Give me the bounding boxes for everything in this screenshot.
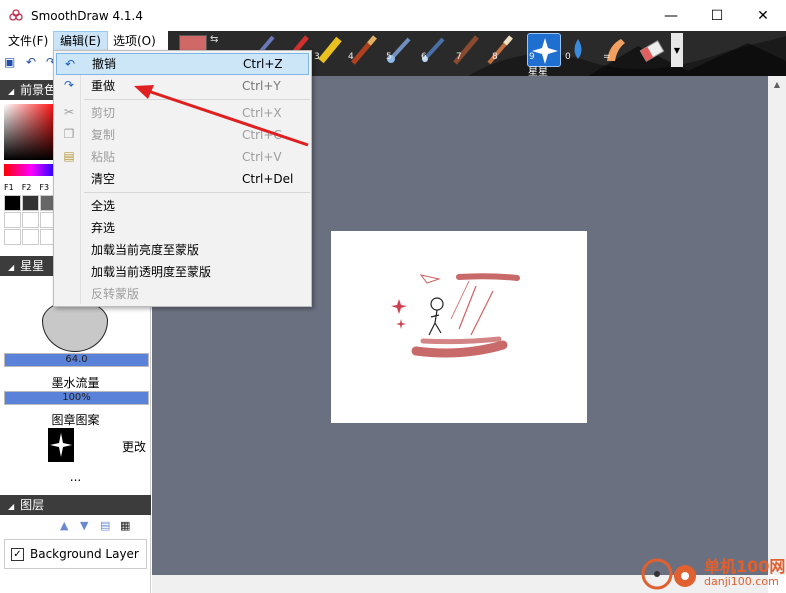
- window-title: SmoothDraw 4.1.4: [31, 8, 143, 23]
- layer-folder-icon[interactable]: ▤: [100, 519, 114, 533]
- scroll-up-icon[interactable]: ▲: [768, 76, 786, 93]
- palette-swatch[interactable]: [22, 229, 39, 245]
- color-picker-square[interactable]: [4, 104, 58, 160]
- palette-swatch[interactable]: [4, 229, 21, 245]
- color-palette: [4, 195, 57, 245]
- watermark-url: danji100.com: [704, 575, 779, 588]
- paste-icon: ▤: [63, 149, 75, 163]
- menu-item-deselect[interactable]: 弃选: [56, 217, 309, 239]
- canvas-drawing: [391, 273, 520, 358]
- palette-swatch[interactable]: [4, 195, 21, 211]
- brush-oil[interactable]: [449, 33, 483, 67]
- fkey-label: F2: [21, 183, 32, 192]
- brush-number-7: 7: [456, 52, 462, 62]
- brush-number-6: 6: [421, 52, 427, 62]
- menu-item-label: 加载当前亮度至蒙版: [91, 243, 200, 257]
- menu-item-label: 复制: [91, 128, 116, 142]
- fkey-label: F3: [39, 183, 50, 192]
- menu-item-invert-mask[interactable]: 反转蒙版: [56, 283, 309, 305]
- brush-flat[interactable]: [483, 33, 517, 67]
- watermark-text: 单机100网: [704, 557, 786, 576]
- ink-flow-slider[interactable]: 100%: [4, 391, 149, 405]
- function-key-labels: F1 F2 F3: [4, 183, 57, 192]
- ink-flow-label: 墨水流量: [51, 376, 100, 390]
- star-sparkle-icon: [50, 433, 72, 457]
- menu-item-shortcut: Ctrl+Del: [242, 172, 294, 186]
- undo-icon: ↶: [64, 57, 76, 71]
- brush-number-4: 4: [348, 52, 354, 62]
- menu-item-label: 重做: [91, 79, 116, 93]
- minimize-button[interactable]: —: [648, 0, 694, 31]
- menu-item-label: 弃选: [91, 221, 116, 235]
- menu-item-label: 剪切: [91, 106, 116, 120]
- vertical-scrollbar[interactable]: ▲: [768, 76, 786, 575]
- brush-eraser[interactable]: [635, 33, 669, 67]
- ink-flow-value: 100%: [62, 392, 91, 403]
- maximize-button[interactable]: ☐: [694, 0, 740, 31]
- menu-item-label: 清空: [91, 172, 116, 186]
- layer-up-icon[interactable]: ▲: [60, 519, 74, 533]
- brush-number-5: 5: [386, 52, 392, 62]
- palette-swatch[interactable]: [4, 212, 21, 228]
- layer-tools: ▲ ▼ ▤ ▦: [60, 519, 134, 533]
- size-value: 64.0: [65, 354, 88, 365]
- layer-down-icon[interactable]: ▼: [80, 519, 94, 533]
- menu-item-undo[interactable]: ↶ 撤销 Ctrl+Z: [56, 53, 309, 75]
- menu-item-label: 反转蒙版: [91, 287, 140, 301]
- close-button[interactable]: ✕: [740, 0, 786, 31]
- eraser-icon: [639, 40, 665, 62]
- menu-item-load-alpha-mask[interactable]: 加载当前透明度至蒙版: [56, 261, 309, 283]
- fkey-label: F1: [4, 183, 14, 192]
- brush-number-equals: =: [603, 52, 611, 62]
- palette-swatch[interactable]: [22, 195, 39, 211]
- menu-options[interactable]: 选项(O): [107, 31, 162, 51]
- layer-row[interactable]: ✓ Background Layer: [4, 539, 147, 569]
- save-icon[interactable]: ▣: [4, 55, 18, 69]
- menu-separator: [84, 192, 310, 193]
- swap-colors-icon[interactable]: ⇆: [210, 34, 224, 46]
- brush-header-label: 星星: [20, 259, 45, 273]
- brush-number-8: 8: [492, 52, 498, 62]
- watermark-logo: [641, 558, 696, 590]
- change-stamp-button[interactable]: 更改: [122, 438, 146, 455]
- menu-item-select-all[interactable]: 全选: [56, 195, 309, 217]
- title-bar: SmoothDraw 4.1.4 — ☐ ✕: [0, 0, 786, 31]
- menu-item-load-brightness-mask[interactable]: 加载当前亮度至蒙版: [56, 239, 309, 261]
- layers-header-label: 图层: [20, 498, 45, 512]
- menu-item-label: 撤销: [92, 57, 117, 71]
- foreground-header-label: 前景色: [20, 83, 57, 97]
- undo-quick-icon[interactable]: ↶: [26, 55, 40, 69]
- copy-icon: ❐: [63, 127, 75, 141]
- stamp-pattern-preview[interactable]: [48, 428, 74, 462]
- more-options[interactable]: ...: [0, 470, 151, 484]
- menu-edit[interactable]: 编辑(E): [53, 31, 108, 51]
- drawing-canvas[interactable]: [331, 231, 587, 423]
- menu-item-label: 粘贴: [91, 150, 116, 164]
- brush-number-9: 9: [529, 52, 535, 62]
- brush-size-slider[interactable]: 64.0: [4, 353, 149, 367]
- brush-number-3: 3: [314, 52, 320, 62]
- redo-icon: ↷: [63, 78, 75, 92]
- flat-brush-icon: [487, 35, 513, 65]
- menu-file[interactable]: 文件(F): [2, 31, 54, 51]
- hue-slider[interactable]: [4, 164, 58, 176]
- menu-item-clear[interactable]: 清空 Ctrl+Del: [56, 168, 309, 190]
- palette-swatch[interactable]: [22, 212, 39, 228]
- toolbar-more-button[interactable]: ▼: [671, 33, 683, 67]
- layer-visibility-checkbox[interactable]: ✓: [11, 547, 24, 561]
- oil-brush-icon: [453, 35, 479, 65]
- brush-number-0: 0: [565, 52, 571, 62]
- menu-item-shortcut: Ctrl+Z: [243, 57, 283, 71]
- annotation-arrow: [134, 85, 309, 147]
- layers-header[interactable]: ◢ 图层: [0, 495, 151, 515]
- stamp-pattern-label: 图章图案: [51, 413, 100, 427]
- layer-name: Background Layer: [30, 547, 139, 561]
- cut-icon: ✂: [63, 105, 75, 119]
- app-flower-icon: [9, 8, 23, 21]
- menu-item-label: 全选: [91, 199, 116, 213]
- new-layer-icon[interactable]: ▦: [120, 519, 134, 533]
- menu-item-label: 加载当前透明度至蒙版: [91, 265, 212, 279]
